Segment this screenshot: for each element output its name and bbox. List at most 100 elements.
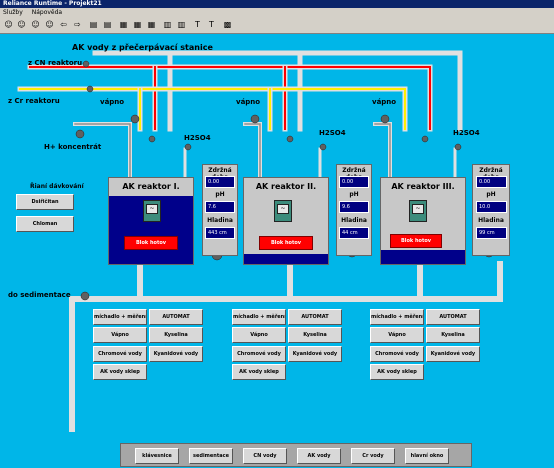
reactor-title: AK reaktor I. — [122, 182, 180, 191]
pump-icon — [75, 129, 85, 139]
ph-value: 7.6 — [205, 201, 235, 213]
button-michadlo[interactable]: míchadlo + měření — [93, 309, 147, 325]
ph-value: 9.6 — [339, 201, 369, 213]
button-kyanidove[interactable]: Kyanidové vody — [426, 346, 480, 362]
reactor-title: AK reaktor III. — [391, 182, 455, 191]
pipe-cn — [29, 66, 431, 130]
zdrzna-value: 0.00 — [476, 176, 507, 188]
menu-bar: Služby Nápověda — [0, 8, 554, 17]
mixer-icon[interactable]: ~ — [409, 200, 427, 222]
button-kyselina[interactable]: Kyselina — [149, 327, 203, 343]
chart-icon[interactable]: ▦ — [146, 19, 157, 30]
nav-button-klavesnice[interactable]: klávesnice — [135, 448, 179, 464]
button-kyanidove[interactable]: Kyanidové vody — [288, 346, 342, 362]
button-vapno[interactable]: Vápno — [232, 327, 286, 343]
table-icon[interactable]: ▥ — [162, 19, 173, 30]
process-canvas: AK vody z přečerpávací stanice z CN reak… — [0, 34, 554, 468]
button-automat[interactable]: AUTOMAT — [288, 309, 342, 325]
button-automat[interactable]: AUTOMAT — [426, 309, 480, 325]
window-title: Reliance Runtime - Projekt21 — [3, 0, 102, 7]
valve-icon — [86, 85, 94, 93]
reactor-1-panel: Zdržná doba 0.00 pH 7.6 Hladina 443 cm — [202, 164, 238, 256]
arrow-left-icon[interactable]: ⇦ — [58, 19, 69, 30]
pump-icon — [130, 114, 140, 124]
label-cn: z CN reaktoru — [28, 59, 83, 67]
label-vapno-1: vápno — [100, 98, 125, 106]
label-vapno-2: vápno — [236, 98, 261, 106]
reactor-status: Blok hotov — [259, 236, 313, 250]
reactor-status: Blok hotov — [124, 236, 178, 250]
pump-icon — [380, 114, 390, 124]
label-h-plus: H+ koncentrát — [44, 143, 102, 151]
nav-button-sedimentace[interactable]: sedimentace — [189, 448, 233, 464]
nav-button-cn-vody[interactable]: CN vody — [243, 448, 287, 464]
user-icon[interactable]: ☺ — [30, 19, 41, 30]
button-vapno[interactable]: Vápno — [370, 327, 424, 343]
label-ridici: Řianí dávkování — [30, 183, 84, 190]
text-icon[interactable]: T — [192, 19, 203, 30]
label-acid-3: H2SO4 — [453, 129, 480, 137]
navigation-bar: klávesnice sedimentace CN vody AK vody C… — [120, 443, 472, 467]
button-kyanidove[interactable]: Kyanidové vody — [149, 346, 203, 362]
user-icon[interactable]: ☺ — [3, 19, 14, 30]
label-cr: z Cr reaktoru — [8, 97, 60, 105]
label-vapno-3: vápno — [372, 98, 397, 106]
nav-button-hlavni-okno[interactable]: hlavní okno — [405, 448, 449, 464]
button-chromove[interactable]: Chromové vody — [93, 346, 147, 362]
button-michadlo[interactable]: míchadlo + měření — [232, 309, 286, 325]
dosing-button-disiricitan[interactable]: Dsiřičitan — [16, 194, 74, 210]
pump-icon — [250, 114, 260, 124]
button-michadlo[interactable]: míchadlo + měření — [370, 309, 424, 325]
dosing-button-chloman[interactable]: Chloman — [16, 216, 74, 232]
button-kyselina[interactable]: Kyselina — [288, 327, 342, 343]
book-icon[interactable]: ▤ — [88, 19, 99, 30]
nav-button-ak-vody[interactable]: AK vody — [297, 448, 341, 464]
user-icon[interactable]: ☺ — [44, 19, 55, 30]
valve-icon — [184, 143, 192, 151]
ph-label: pH — [349, 191, 359, 198]
reactor-tank-level — [244, 254, 328, 264]
pump-icon — [80, 291, 90, 301]
chart-icon[interactable]: ▦ — [132, 19, 143, 30]
valve-icon — [286, 135, 294, 143]
button-automat[interactable]: AUTOMAT — [149, 309, 203, 325]
zdrzna-value: 0.00 — [339, 176, 369, 188]
button-vapno[interactable]: Vápno — [93, 327, 147, 343]
menu-item-sluzby[interactable]: Služby — [3, 8, 23, 17]
reactor-tank-level — [381, 250, 465, 264]
label-ak-voda: AK vody z přečerpávací stanice — [72, 43, 213, 52]
hladina-label: Hladina — [478, 217, 504, 224]
label-acid-2: H2SO4 — [319, 129, 346, 137]
ph-value: 10.0 — [476, 201, 507, 213]
valve-icon — [319, 143, 327, 151]
reactor-title: AK reaktor II. — [255, 182, 317, 191]
button-ak-sklep[interactable]: AK vody sklep — [370, 364, 424, 380]
valve-icon — [82, 60, 90, 68]
toolbar: ☺ ☺ ☺ ☺ ⇦ ⇨ ▤ ▤ ▦ ▦ ▦ ▥ ▥ T T ▩ — [0, 17, 554, 34]
nav-button-cr-vody[interactable]: Cr vody — [351, 448, 395, 464]
button-chromove[interactable]: Chromové vody — [370, 346, 424, 362]
book-icon[interactable]: ▤ — [102, 19, 113, 30]
valve-icon — [454, 143, 462, 151]
button-chromove[interactable]: Chromové vody — [232, 346, 286, 362]
hladina-value: 44 cm — [339, 227, 369, 239]
ph-label: pH — [486, 191, 496, 198]
menu-item-napoveda[interactable]: Nápověda — [32, 8, 62, 17]
user-icon[interactable]: ☺ — [16, 19, 27, 30]
grid-icon[interactable]: ▩ — [222, 19, 233, 30]
chart-icon[interactable]: ▦ — [118, 19, 129, 30]
arrow-right-icon[interactable]: ⇨ — [72, 19, 83, 30]
title-bar: Reliance Runtime - Projekt21 — [0, 0, 554, 8]
valve-icon — [421, 135, 429, 143]
hladina-label: Hladina — [207, 217, 233, 224]
mixer-icon[interactable]: ~ — [274, 200, 292, 222]
hladina-value: 99 cm — [476, 227, 507, 239]
mixer-icon[interactable]: ~ — [143, 200, 161, 222]
hladina-label: Hladina — [341, 217, 367, 224]
button-ak-sklep[interactable]: AK vody sklep — [232, 364, 286, 380]
ph-label: pH — [215, 191, 225, 198]
button-kyselina[interactable]: Kyselina — [426, 327, 480, 343]
button-ak-sklep[interactable]: AK vody sklep — [93, 364, 147, 380]
text-icon[interactable]: T — [206, 19, 217, 30]
table-icon[interactable]: ▥ — [176, 19, 187, 30]
